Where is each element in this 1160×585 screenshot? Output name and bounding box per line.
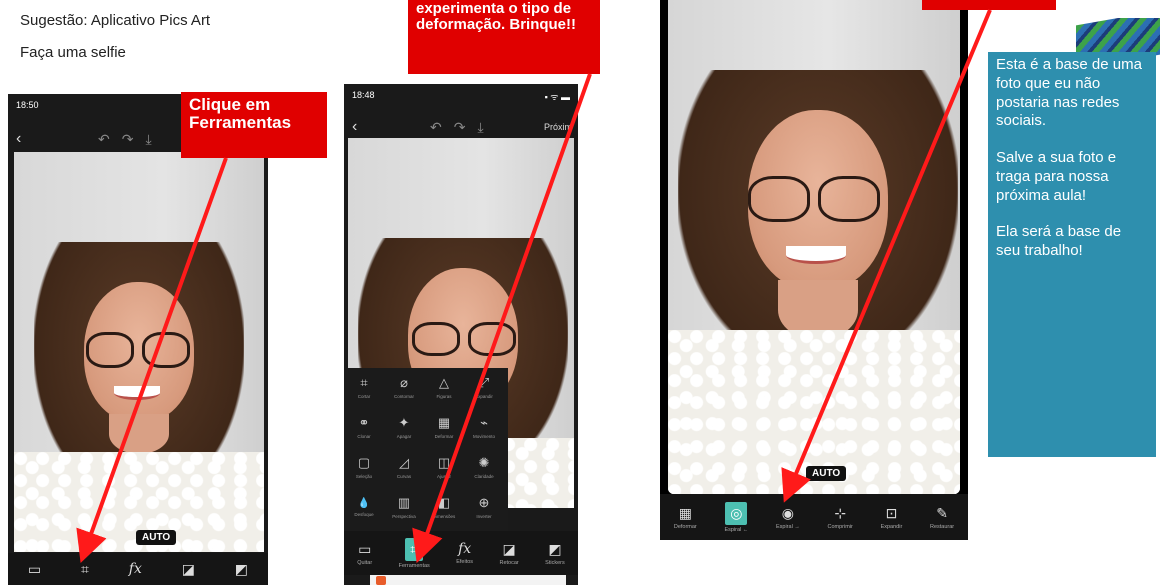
next-button[interactable]: Próxim	[544, 122, 572, 132]
back-icon[interactable]: ‹	[16, 130, 21, 148]
tool-erase[interactable]: ✦ Apagar	[386, 410, 422, 444]
toolbar-item-retouch[interactable]: ◪ Retocar	[499, 541, 518, 566]
tool-adjust[interactable]: ◫ Ajustar	[426, 450, 462, 484]
undo-icon[interactable]: ↶	[430, 119, 442, 136]
selfie-photo	[14, 152, 264, 552]
tool-clone[interactable]: ⚭ Clonar	[346, 410, 382, 444]
deform-tool-restore[interactable]: ✎ Restaurar	[930, 505, 954, 530]
bottom-toolbar: ▭ ⌗ fx ◪ ◩	[8, 553, 268, 585]
tool-deform[interactable]: ▦ Deformar	[426, 410, 462, 444]
phone-screenshot-2: 18:48 ▪ ᯤ ▬ ‹ ↶ ↷ ⤓ Próxim ⌗ Cortar ⌀ Cont…	[344, 84, 578, 585]
info-paragraph-2: Salve a sua foto e traga para nossa próx…	[996, 149, 1117, 204]
redo-icon[interactable]: ↷	[454, 119, 466, 136]
info-paragraph-1: Esta é a base de uma foto que eu não pos…	[996, 56, 1142, 130]
callout-deform: experimenta o tipo de deformação. Brinqu…	[408, 0, 600, 74]
tool-clarity[interactable]: ✺ Claridade	[466, 450, 502, 484]
tool-motion[interactable]: ⌁ Movimento	[466, 410, 502, 444]
bottom-banner	[370, 575, 566, 585]
status-time: 18:50	[16, 100, 39, 110]
topbar-tools: ↶ ↷ ⤓	[98, 131, 152, 148]
callout-top-right	[922, 0, 1056, 10]
phone-screenshot-3: AUTO ▦ Deformar ◎ Espiral ← ◉ Espiral → ⊹ Co…	[660, 0, 968, 540]
tool-selection[interactable]: ▢ Seleção	[346, 450, 382, 484]
auto-badge[interactable]: AUTO	[806, 466, 847, 481]
deform-tool-expand[interactable]: ⊡ Expandir	[881, 505, 903, 530]
tool-outline[interactable]: ⌀ Contornar	[386, 370, 422, 404]
tool-dimensions[interactable]: ◧ Dimensões	[426, 490, 462, 524]
toolbar-item[interactable]: ◩	[235, 561, 248, 578]
app-badge-icon	[376, 576, 386, 585]
phone-screenshot-1: 18:50 ‹ ↶ ↷ ⤓ AUTO ▭ ⌗ fx ◪ ◩	[8, 94, 268, 585]
deform-tool-compress[interactable]: ⊹ Comprimir	[828, 505, 853, 530]
topbar-tools: ↶ ↷ ⤓	[430, 119, 484, 136]
info-paragraph-3: Ela será a base de seu trabalho!	[996, 223, 1122, 259]
status-icons: ▪ ᯤ ▬	[544, 92, 570, 102]
toolbar-item-effects[interactable]: fx	[129, 561, 142, 577]
tool-curves[interactable]: ◿ Curvas	[386, 450, 422, 484]
deform-tool-spiral-right[interactable]: ◉ Espiral →	[776, 505, 800, 530]
download-icon[interactable]: ⤓	[145, 131, 151, 148]
toolbar-item[interactable]: ▭	[28, 561, 41, 578]
toolbar-item-quit[interactable]: ▭ Quitar	[357, 541, 372, 566]
instruction-text: Faça uma selfie	[20, 44, 126, 61]
status-time: 18:48	[352, 90, 375, 100]
toolbar-item[interactable]: ◪	[182, 561, 195, 578]
suggestion-text: Sugestão: Aplicativo Pics Art	[20, 12, 211, 29]
toolbar-item-stickers[interactable]: ◩ Stickers	[545, 541, 565, 566]
tool-perspective[interactable]: ▥ Perspectiva	[386, 490, 422, 524]
toolbar-item-tools[interactable]: ⌗ Ferramentas	[399, 537, 430, 569]
redo-icon[interactable]: ↷	[122, 131, 134, 148]
deform-tool-spiral-left[interactable]: ◎ Espiral ←	[724, 501, 748, 533]
back-icon[interactable]: ‹	[352, 118, 357, 136]
deform-toolbar: ▦ Deformar ◎ Espiral ← ◉ Espiral → ⊹ Comprim…	[660, 494, 968, 540]
toolbar-item-tools[interactable]: ⌗	[81, 561, 89, 578]
editor-topbar: ‹ ↶ ↷ ⤓ Próxim	[344, 114, 578, 140]
undo-icon[interactable]: ↶	[98, 131, 110, 148]
download-icon[interactable]: ⤓	[477, 119, 483, 136]
tool-expand[interactable]: ⤢ Expandir	[466, 370, 502, 404]
deformed-selfie-photo	[668, 0, 960, 494]
tools-panel: ⌗ Cortar ⌀ Contornar △ Figuras ⤢ Expandir ⚭ C…	[344, 368, 508, 534]
tool-shapes[interactable]: △ Figuras	[426, 370, 462, 404]
bottom-toolbar: ▭ Quitar ⌗ Ferramentas fx Efeitos ◪ Retocar …	[344, 531, 578, 575]
toolbar-item-effects[interactable]: fx Efeitos	[456, 541, 473, 565]
auto-badge[interactable]: AUTO	[136, 530, 177, 545]
deform-tool-deform[interactable]: ▦ Deformar	[674, 505, 697, 530]
info-box: Esta é a base de uma foto que eu não pos…	[988, 52, 1156, 457]
tool-invert[interactable]: ⊕ Inverter	[466, 490, 502, 524]
tool-crop[interactable]: ⌗ Cortar	[346, 370, 382, 404]
callout-tools: Clique em Ferramentas	[181, 92, 327, 158]
tool-blur[interactable]: 💧 Desfoque	[346, 490, 382, 524]
